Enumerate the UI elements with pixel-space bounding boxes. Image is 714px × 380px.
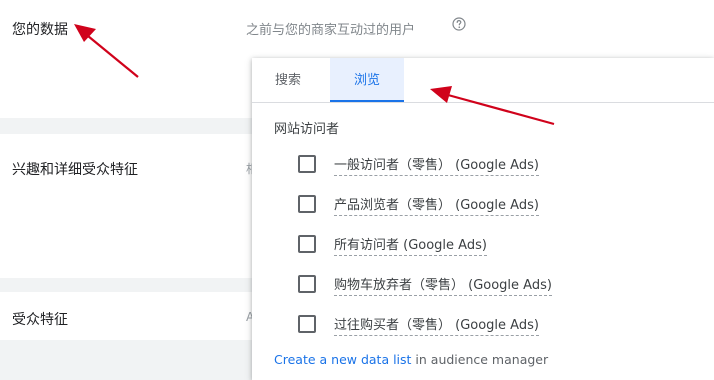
interests-row bbox=[0, 134, 252, 278]
website-visitors-label: 网站访问者 bbox=[274, 122, 340, 137]
checkbox-empty-icon[interactable] bbox=[298, 315, 316, 333]
option-label: 一般访问者（零售） (Google Ads) bbox=[334, 154, 539, 176]
demographics-title: 受众特征 bbox=[12, 312, 68, 328]
option-label: 产品浏览者（零售） (Google Ads) bbox=[334, 194, 539, 216]
your-data-title: 您的数据 bbox=[12, 22, 68, 38]
footer-text: Create a new data list in audience manag… bbox=[274, 352, 548, 367]
option-label: 过往购买者（零售） (Google Ads) bbox=[334, 314, 539, 336]
tab-bar: 搜索 浏览 bbox=[252, 58, 714, 103]
audience-browse-panel: 搜索 浏览 网站访问者 一般访问者（零售） (Google Ads) 产品浏览者… bbox=[252, 58, 714, 380]
option-label: 所有访问者 (Google Ads) bbox=[334, 234, 487, 256]
checkbox-empty-icon[interactable] bbox=[298, 235, 316, 253]
create-data-list-link[interactable]: Create a new data list bbox=[274, 352, 411, 367]
checkbox-empty-icon[interactable] bbox=[298, 195, 316, 213]
checkbox-empty-icon[interactable] bbox=[298, 155, 316, 173]
option-label: 购物车放弃者（零售） (Google Ads) bbox=[334, 274, 552, 296]
help-circle-icon[interactable] bbox=[452, 17, 466, 31]
footer-suffix: in audience manager bbox=[411, 352, 549, 367]
tab-search[interactable]: 搜索 bbox=[252, 58, 324, 102]
interests-title: 兴趣和详细受众特征 bbox=[12, 162, 138, 178]
checkbox-empty-icon[interactable] bbox=[298, 275, 316, 293]
tab-browse[interactable]: 浏览 bbox=[330, 58, 404, 102]
your-data-description: 之前与您的商家互动过的用户 bbox=[246, 23, 416, 38]
